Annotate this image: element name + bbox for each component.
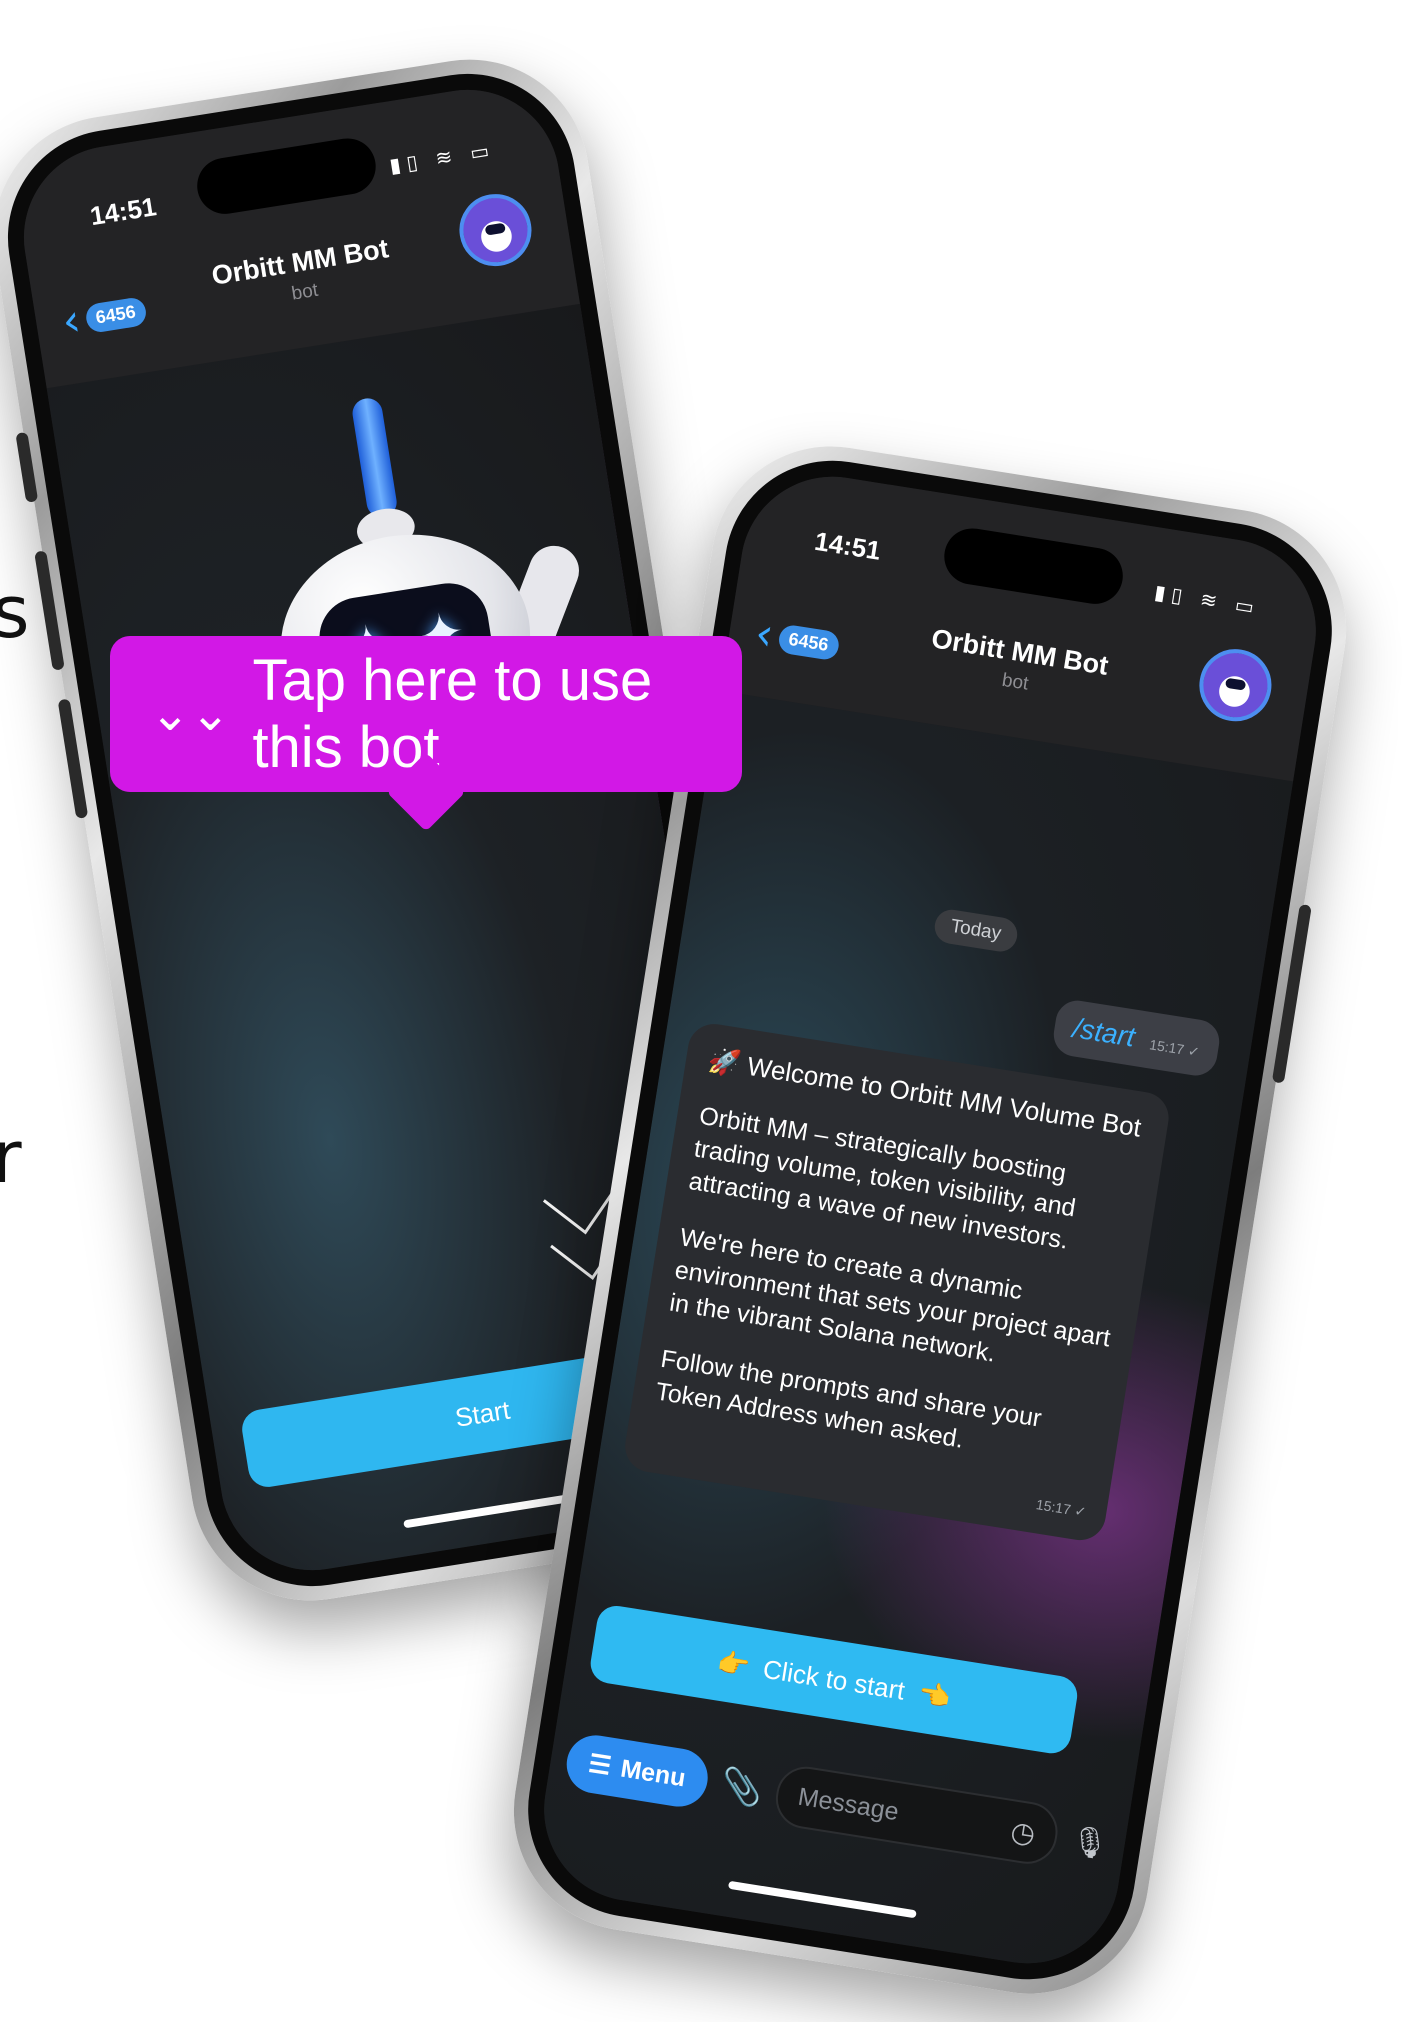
paperclip-icon[interactable]: 📎 [718,1764,766,1810]
click-to-start-label: Click to start [761,1653,907,1706]
tap-here-tooltip[interactable]: ⌄⌄ Tap here to use this bot [110,636,742,792]
dynamic-island [193,134,380,218]
status-time: 14:51 [87,191,159,232]
microphone-icon[interactable]: 🎙 [1068,1822,1111,1863]
chevron-double-down-icon: ⌄⌄ [150,686,231,742]
menu-button[interactable]: ☰ Menu [562,1731,712,1811]
message-time: 15:17 ✓ [1148,1036,1201,1061]
edge-text-bottom: r [0,1115,22,1199]
edge-text-top: s [0,570,30,654]
status-time: 14:51 [812,525,883,566]
message-placeholder: Message [796,1782,901,1826]
tooltip-text: Tap here to use this bot [252,648,653,780]
message-time: 15:17 ✓ [1034,1496,1088,1520]
outgoing-message-text: /start [1070,1012,1138,1053]
sticker-timer-icon[interactable]: ◷ [1008,1814,1037,1850]
status-icons: ▮▯ ≋ ▭ [387,137,497,178]
incoming-message: 🚀 Welcome to Orbitt MM Volume Bot Orbitt… [621,1020,1173,1544]
pointing-right-icon: 👉 [715,1645,752,1681]
hamburger-icon: ☰ [586,1749,614,1781]
pointing-left-icon: 👈 [916,1677,953,1713]
status-icons: ▮▯ ≋ ▭ [1152,579,1262,620]
action-button [15,431,39,503]
dynamic-island [940,524,1127,608]
menu-label: Menu [618,1754,688,1792]
